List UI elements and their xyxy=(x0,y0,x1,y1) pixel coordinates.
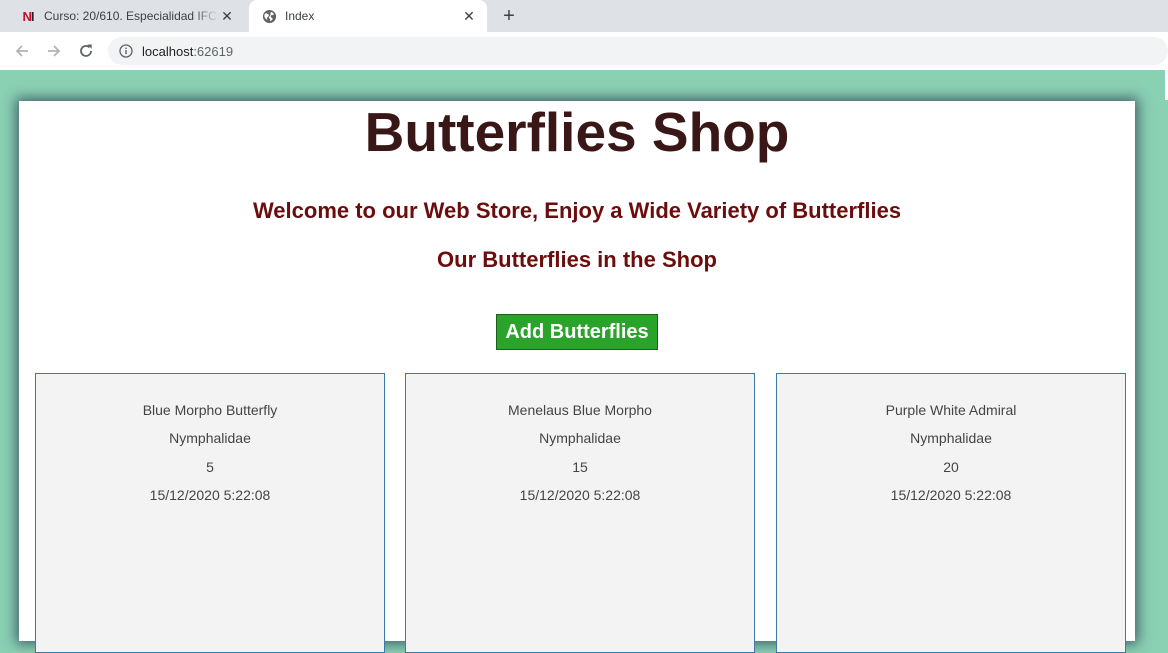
shop-subtitle: Our Butterflies in the Shop xyxy=(437,247,717,272)
ni-logo-icon: NI xyxy=(22,8,34,24)
tab-title: Index xyxy=(285,9,315,23)
butterfly-date: 15/12/2020 5:22:08 xyxy=(519,487,641,503)
butterfly-date: 15/12/2020 5:22:08 xyxy=(149,487,271,503)
main-container: Butterflies Shop Welcome to our Web Stor… xyxy=(19,101,1135,653)
url-port: :62619 xyxy=(193,43,234,59)
forward-arrow-icon[interactable] xyxy=(42,39,66,63)
browser-toolbar: localhost:62619 xyxy=(0,32,1168,70)
page-title: Butterflies Shop xyxy=(364,101,790,163)
url-text: localhost:62619 xyxy=(142,44,233,59)
tab-title: Curso: 20/610. Especialidad IFCD xyxy=(44,9,219,23)
butterfly-quantity: 20 xyxy=(943,459,959,475)
tab-strip: NI Curso: 20/610. Especialidad IFCD ✕ In… xyxy=(0,0,1168,32)
welcome-heading: Welcome to our Web Store, Enjoy a Wide V… xyxy=(252,198,902,223)
back-arrow-icon[interactable] xyxy=(10,39,34,63)
info-icon[interactable] xyxy=(119,44,133,58)
butterfly-family: Nymphalidae xyxy=(169,430,251,446)
butterfly-card[interactable]: Blue Morpho Butterfly Nymphalidae 5 15/1… xyxy=(35,373,385,653)
butterfly-card[interactable]: Menelaus Blue Morpho Nymphalidae 15 15/1… xyxy=(405,373,755,653)
close-tab-icon[interactable]: ✕ xyxy=(461,8,477,24)
butterfly-card[interactable]: Purple White Admiral Nymphalidae 20 15/1… xyxy=(776,373,1126,653)
butterfly-name: Purple White Admiral xyxy=(885,402,1017,418)
butterfly-name: Blue Morpho Butterfly xyxy=(142,402,278,418)
globe-icon xyxy=(261,8,277,24)
reload-icon[interactable] xyxy=(74,39,98,63)
butterfly-family: Nymphalidae xyxy=(910,430,992,446)
add-butterflies-button[interactable]: Add Butterflies xyxy=(496,314,658,350)
butterfly-family: Nymphalidae xyxy=(539,430,621,446)
tab-curso[interactable]: NI Curso: 20/610. Especialidad IFCD ✕ xyxy=(8,0,245,32)
butterfly-name: Menelaus Blue Morpho xyxy=(508,402,652,418)
butterfly-quantity: 5 xyxy=(206,459,214,475)
tab-index[interactable]: Index ✕ xyxy=(249,0,487,32)
butterfly-quantity: 15 xyxy=(572,459,588,475)
page-viewport: Butterflies Shop Welcome to our Web Stor… xyxy=(0,70,1168,653)
close-tab-icon[interactable]: ✕ xyxy=(219,8,235,24)
butterfly-date: 15/12/2020 5:22:08 xyxy=(890,487,1012,503)
new-tab-plus-icon[interactable]: + xyxy=(499,6,519,26)
address-bar[interactable]: localhost:62619 xyxy=(108,37,1168,65)
url-host: localhost xyxy=(142,43,194,59)
